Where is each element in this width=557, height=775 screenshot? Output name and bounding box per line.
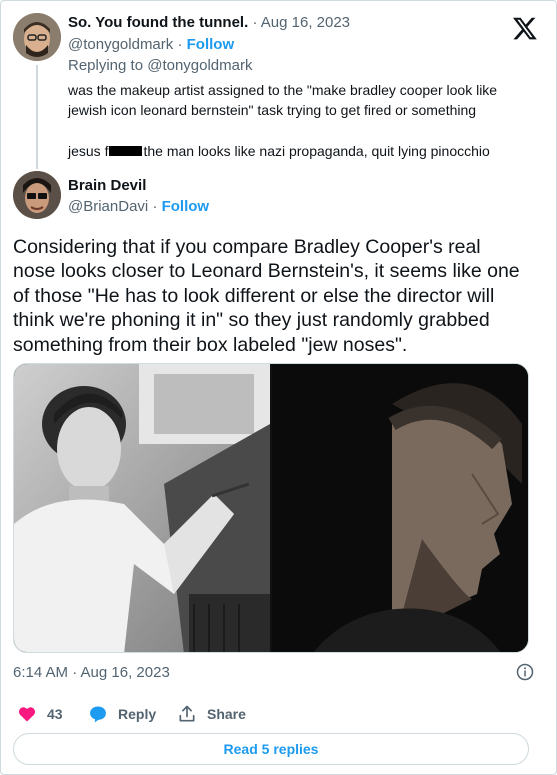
censor-bar (109, 146, 143, 156)
tweet-timestamp[interactable]: 6:14 AM · Aug 16, 2023 (13, 664, 170, 681)
reply-text-line: something from their box labeled "jew no… (13, 333, 408, 356)
reply-tweet-text: Considering that if you compare Bradley … (13, 235, 543, 357)
media-photo-left[interactable] (14, 364, 270, 653)
parent-text-line-1: was the makeup artist assigned to the "m… (68, 82, 498, 98)
reply-handle[interactable]: @BrianDavi (68, 198, 148, 215)
share-icon (179, 705, 195, 722)
x-logo-icon[interactable] (512, 15, 538, 41)
share-label: Share (207, 706, 246, 722)
share-button[interactable]: Share (177, 703, 246, 725)
info-icon[interactable] (516, 663, 534, 681)
tweet-media-grid (13, 363, 529, 653)
like-button[interactable]: 43 (17, 703, 63, 725)
reply-bubble-icon (90, 706, 106, 723)
reply-avatar[interactable] (13, 171, 61, 219)
parent-handle-row: @tonygoldmark · Follow (68, 36, 235, 53)
parent-avatar-image (13, 13, 61, 61)
replying-to-label: Replying to @tonygoldmark (68, 57, 253, 74)
heart-icon (18, 707, 36, 722)
like-count: 43 (47, 706, 63, 722)
parent-display-name[interactable]: So. You found the tunnel. · Aug 16, 2023 (68, 14, 350, 31)
reply-text-line: Considering that if you compare Bradley … (13, 236, 481, 258)
reply-button[interactable]: Reply (88, 703, 156, 725)
parent-follow-button[interactable]: Follow (187, 36, 235, 53)
thread-connector-line (36, 65, 38, 169)
parent-text-line-3: jesus f the man looks like nazi propagand… (68, 143, 490, 159)
parent-date[interactable]: Aug 16, 2023 (261, 14, 350, 31)
read-replies-button[interactable]: Read 5 replies (13, 733, 529, 765)
reply-display-name[interactable]: Brain Devil (68, 177, 146, 194)
reply-avatar-image (13, 171, 61, 219)
reply-text-line: think we're phoning it in" so they just … (13, 309, 490, 332)
reply-handle-row: @BrianDavi · Follow (68, 198, 210, 215)
parent-avatar[interactable] (13, 13, 61, 61)
reply-text-line: nose looks closer to Leonard Bernstein's… (13, 260, 520, 283)
parent-text-line-2: jewish icon leonard bernstein" task tryi… (68, 102, 477, 118)
reply-label: Reply (118, 706, 157, 722)
parent-handle[interactable]: @tonygoldmark (68, 36, 173, 53)
media-photo-right[interactable] (272, 364, 529, 653)
reply-text-line: of those "He has to look different or el… (13, 284, 495, 307)
reply-follow-button[interactable]: Follow (162, 198, 210, 215)
tweet-embed-card: So. You found the tunnel. · Aug 16, 2023… (0, 0, 557, 775)
